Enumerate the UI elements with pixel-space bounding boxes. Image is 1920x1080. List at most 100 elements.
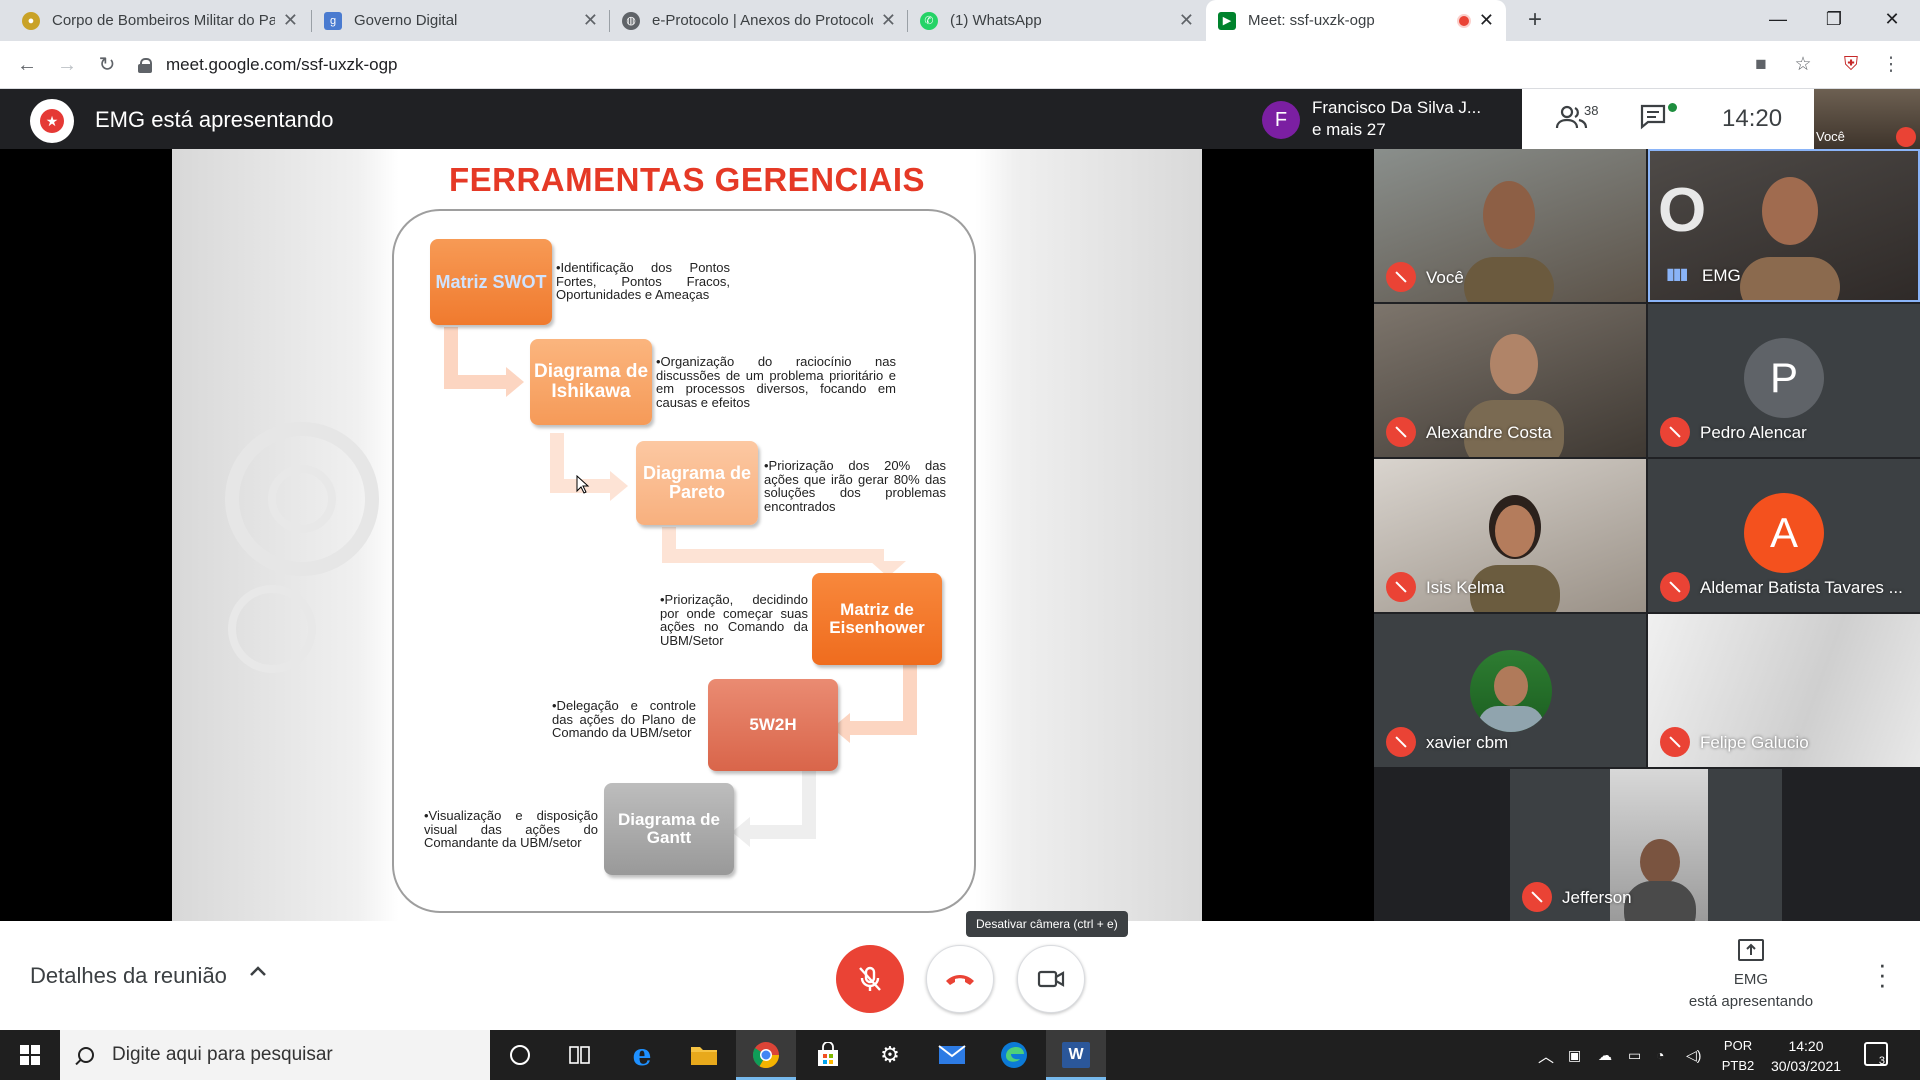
camera-icon[interactable]: ■ [1748,53,1774,79]
tab-label: Governo Digital [354,12,458,29]
settings-gear-icon[interactable]: ⚙ [860,1030,920,1080]
star-icon[interactable]: ☆ [1790,53,1816,79]
start-button[interactable] [0,1030,60,1080]
participant-name: Alexandre Costa [1426,423,1552,442]
participant-tile[interactable]: A Aldemar Batista Tavares ... [1648,459,1920,612]
present-screen-icon[interactable] [1738,939,1764,961]
presenter-text: EMG está apresentando [95,107,334,132]
mail-icon[interactable] [922,1030,982,1080]
participant-video [1740,177,1840,300]
windows-logo-icon [20,1045,40,1065]
chevron-up-icon[interactable] [248,961,268,984]
tab-meet[interactable]: ▶ Meet: ssf-uxzk-ogp ✕ [1206,0,1506,41]
keyboard-layout: PTB2 [1721,1058,1755,1073]
mic-off-icon [1522,882,1552,912]
background-gear-decoration [225,422,379,673]
participant-name: Francisco Da Silva J... [1312,98,1482,117]
participant-name: xavier cbm [1426,733,1509,752]
connector [848,721,917,735]
meeting-details-button[interactable]: Detalhes da reunião [30,963,227,989]
participant-name: EMG [1702,266,1741,285]
close-icon[interactable]: ✕ [1479,10,1494,31]
tab-governo-digital[interactable]: g Governo Digital ✕ [312,0,610,41]
presenting-status[interactable]: está apresentando [1660,993,1842,1010]
close-window-icon[interactable]: ✕ [1864,0,1920,41]
reload-icon[interactable]: ↻ [92,51,122,81]
mic-off-icon [859,966,881,991]
close-icon[interactable]: ✕ [583,10,598,31]
tool-description: •Priorização dos 20% das ações que irão … [764,458,946,514]
tab-label: Corpo de Bombeiros Militar do Pará [52,12,275,29]
camera-toggle-button[interactable] [1017,945,1085,1013]
chrome-icon[interactable] [736,1030,796,1080]
mic-off-icon [1386,727,1416,757]
system-clock[interactable]: 14:20 30/03/2021 [1764,1036,1848,1076]
url-text: meet.google.com/ssf-uxzk-ogp [166,55,398,74]
participant-tile[interactable]: xavier cbm [1374,614,1646,767]
tool-description: •Organização do raciocínio nas discussõe… [656,354,896,410]
participant-tile[interactable]: P Pedro Alencar [1648,304,1920,457]
taskbar-search-box[interactable]: Digite aqui para pesquisar [60,1030,490,1080]
battery-icon[interactable]: ▭ [1628,1030,1641,1080]
forward-icon[interactable]: → [52,51,82,81]
word-icon[interactable]: W [1046,1030,1106,1080]
tab-eprotocolo[interactable]: ◍ e-Protocolo | Anexos do Protocolo ✕ [610,0,908,41]
tool-description: •Priorização, decidindo por onde começar… [660,592,808,648]
onedrive-icon[interactable]: ☁ [1598,1030,1612,1080]
tool-description: •Identificação dos Pontos Fortes, Pontos… [556,260,730,303]
notifications-icon[interactable]: 3 [1864,1042,1888,1067]
profile-shield-icon[interactable]: ⛨ [1838,53,1864,79]
wifi-icon[interactable]: ◔ [1656,1030,1664,1080]
participant-tile[interactable]: Alexandre Costa [1374,304,1646,457]
participant-tile[interactable]: Isis Kelma [1374,459,1646,612]
store-icon[interactable] [798,1030,858,1080]
minimize-icon[interactable]: — [1750,0,1806,41]
lock-icon [138,58,152,73]
close-icon[interactable]: ✕ [283,10,298,31]
participant-tile-speaking[interactable]: O ▮▮▮ EMG [1648,149,1920,302]
participant-name: Felipe Galucio [1700,733,1809,752]
tool-description: •Visualização e disposição visual das aç… [424,808,598,851]
edge-icon[interactable] [984,1030,1044,1080]
participant-name: Você [1426,268,1464,287]
participant-tile[interactable]: Você [1374,149,1646,302]
file-explorer-icon[interactable] [674,1030,734,1080]
participant-more: e mais 27 [1312,120,1386,139]
presenter-avatar: ★ [30,99,74,143]
presentation-slide: FERRAMENTAS GERENCIAIS Matriz SWOT Diagr… [172,149,1202,921]
cortana-icon[interactable] [490,1030,550,1080]
volume-icon[interactable]: ◁) [1686,1030,1701,1080]
avatar: P [1744,338,1824,418]
close-icon[interactable]: ✕ [881,10,896,31]
participant-name: Pedro Alencar [1700,423,1807,442]
mic-toggle-button[interactable] [836,945,904,1013]
address-bar[interactable]: meet.google.com/ssf-uxzk-ogp [138,48,1738,82]
tool-box-eisenhower: Matriz de Eisenhower [812,573,942,665]
chat-unread-dot [1668,103,1677,112]
restore-icon[interactable]: ❐ [1806,0,1862,41]
input-language[interactable]: POR PTB2 [1716,1036,1760,1076]
globe-icon: ◍ [622,11,640,30]
self-view-label: Você [1816,129,1845,144]
internet-explorer-icon[interactable]: e [612,1030,672,1080]
close-icon[interactable]: ✕ [1179,10,1194,31]
tool-box-gantt: Diagrama de Gantt [604,783,734,875]
participants-preview[interactable]: F Francisco Da Silva J... e mais 27 [1250,89,1522,149]
tray-overflow-icon[interactable]: ︿ [1538,1030,1554,1080]
clock-date: 30/03/2021 [1770,1058,1842,1074]
cursor-icon [576,475,590,494]
new-tab-button[interactable]: + [1520,6,1550,36]
more-options-icon[interactable]: · · · [1878,951,1887,997]
tab-whatsapp[interactable]: ✆ (1) WhatsApp ✕ [908,0,1206,41]
tab-bombeiros[interactable]: ● Corpo de Bombeiros Militar do Pará ✕ [10,0,310,41]
back-icon[interactable]: ← [12,51,42,81]
leave-call-button[interactable] [926,945,994,1013]
presenting-name[interactable]: EMG [1680,971,1822,988]
camera-tooltip: Desativar câmera (ctrl + e) [966,911,1128,937]
menu-icon[interactable]: ⋮ [1878,53,1904,79]
meet-info-panel: 38 14:20 [1522,89,1814,149]
participant-tile[interactable]: Jefferson [1510,769,1782,922]
device-icon[interactable]: ▣ [1568,1030,1581,1080]
participant-tile[interactable]: Felipe Galucio [1648,614,1920,767]
task-view-icon[interactable] [550,1030,610,1080]
